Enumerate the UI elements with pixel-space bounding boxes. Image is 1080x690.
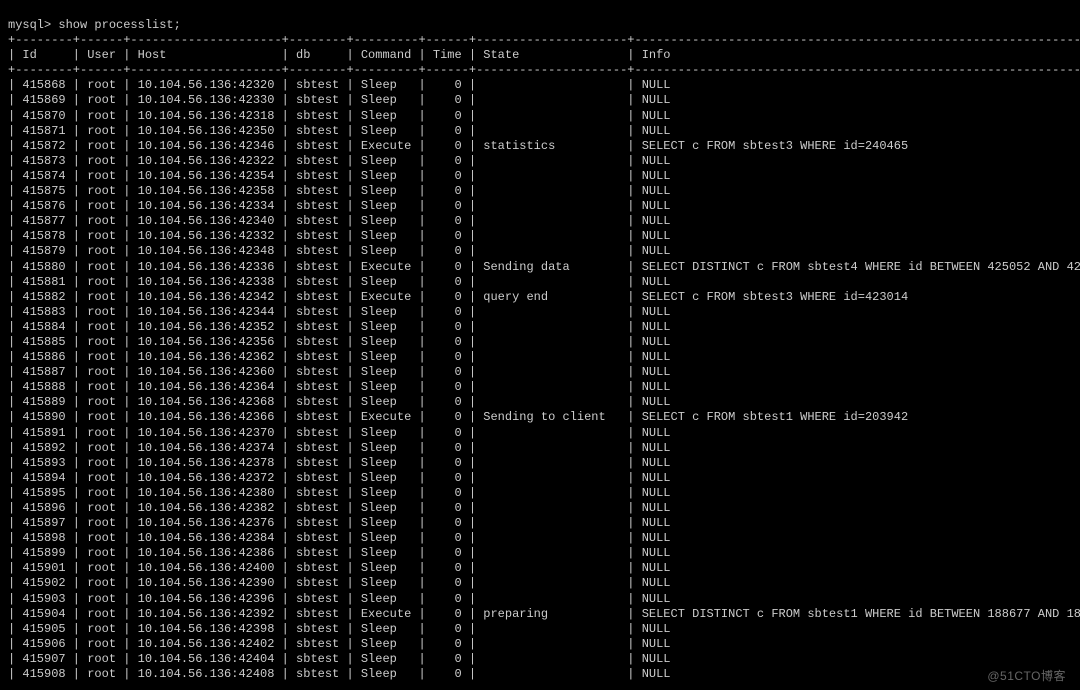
watermark-text: @51CTO博客	[987, 669, 1066, 684]
mysql-terminal[interactable]: mysql> show processlist; +--------+-----…	[0, 12, 1080, 682]
